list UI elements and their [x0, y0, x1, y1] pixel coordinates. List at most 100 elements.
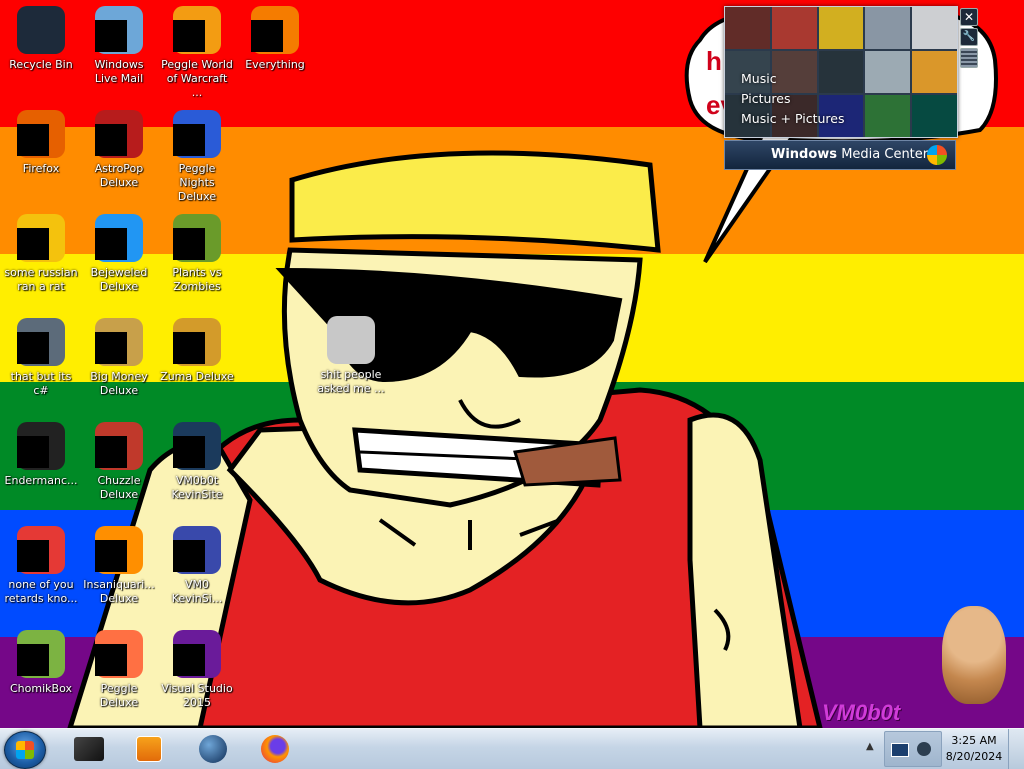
document-icon [173, 526, 221, 574]
desktop-icon[interactable]: shit people asked me ... [312, 316, 390, 396]
desktop-icon-label: none of you retards kno... [4, 578, 78, 605]
censor-box [173, 332, 205, 364]
desktop-icon[interactable]: Peggle World of Warcraft ... [158, 6, 236, 100]
censor-box [95, 540, 127, 572]
censor-box [95, 436, 127, 468]
globe-icon [199, 735, 227, 763]
gadget-drag-handle-icon[interactable] [960, 48, 978, 68]
search-icon [251, 6, 299, 54]
money-bag-icon [95, 318, 143, 366]
desktop-icon-label: Peggle Nights Deluxe [177, 162, 217, 203]
desktop-icon[interactable]: VM0 KevinSi... [158, 526, 236, 606]
censor-box [17, 124, 49, 156]
censor-box [173, 228, 205, 260]
desktop-icon-label: Plants vs Zombies [172, 266, 222, 293]
desktop-icon-label: some russian ran a rat [4, 266, 78, 293]
show-desktop-button[interactable] [1008, 729, 1024, 769]
desktop-icon[interactable]: Bejeweled Deluxe [80, 214, 158, 294]
wmc-menu-pictures[interactable]: Pictures [741, 89, 845, 109]
wmc-app-icon [74, 737, 104, 761]
wmc-title-rest: Media Center [841, 147, 929, 162]
media-player-icon [136, 736, 162, 762]
desktop-icon-label: Peggle Deluxe [99, 682, 139, 709]
desktop-icon-label: Insaniquari... Deluxe [83, 578, 155, 605]
desktop-icon-label: Bejeweled Deluxe [90, 266, 148, 293]
mail-icon [95, 6, 143, 54]
firefox-icon [17, 110, 65, 158]
peggle-icon [173, 110, 221, 158]
desktop-icon[interactable]: VM0b0t KevinSite [158, 422, 236, 502]
desktop-icon-label: Firefox [22, 162, 60, 175]
taskbar-firefox-button[interactable] [246, 732, 304, 766]
clock-time: 3:25 AM [951, 734, 997, 747]
zuma-icon [173, 318, 221, 366]
censor-box [17, 540, 49, 572]
clock[interactable]: 3:25 AM 8/20/2024 [944, 733, 1004, 765]
desktop-icon[interactable]: Recycle Bin [2, 6, 80, 72]
desktop-icon-label: shit people asked me ... [317, 368, 385, 395]
desktop-icon[interactable]: ChomikBox [2, 630, 80, 696]
desktop-icon-label: ChomikBox [10, 682, 72, 695]
desktop-icon-label: Zuma Deluxe [160, 370, 234, 383]
clock-date: 8/20/2024 [945, 750, 1003, 763]
desktop-icon[interactable]: Peggle Deluxe [80, 630, 158, 710]
censor-box [95, 124, 127, 156]
censor-box [173, 124, 205, 156]
censor-box [173, 20, 205, 52]
gadget-close-icon[interactable]: ✕ [960, 8, 978, 26]
folder-icon [327, 316, 375, 364]
taskbar-wmc-button[interactable] [60, 732, 118, 766]
censor-box [173, 540, 205, 572]
desktop-icon-label: Endermanc... [4, 474, 78, 487]
game-icon [95, 110, 143, 158]
wmc-title-bar[interactable]: Windows Media Center [724, 140, 956, 170]
desktop-icon-label: that but its c# [10, 370, 72, 397]
censor-box [251, 20, 283, 52]
taskbar-globe-button[interactable] [184, 732, 242, 766]
desktop-icon[interactable]: Everything [236, 6, 314, 72]
wmc-menu: Music Pictures Music + Pictures [741, 69, 845, 129]
desktop-icon[interactable]: Insaniquari... Deluxe [80, 526, 158, 606]
start-button[interactable] [4, 731, 46, 769]
desktop-icon[interactable]: Firefox [2, 110, 80, 176]
desktop-icon[interactable]: that but its c# [2, 318, 80, 398]
desktop-icon-label: Peggle World of Warcraft ... [161, 58, 233, 99]
fish-icon [95, 526, 143, 574]
wmc-gadget[interactable]: Music Pictures Music + Pictures [724, 6, 958, 138]
recycle-bin-icon [17, 6, 65, 54]
censor-box [95, 332, 127, 364]
desktop-icon-label: Big Money Deluxe [90, 370, 148, 397]
gadget-options-icon[interactable]: 🔧 [960, 28, 978, 46]
peggle-icon [95, 630, 143, 678]
media-icon [17, 214, 65, 262]
volume-icon[interactable] [917, 742, 931, 756]
desktop-icon-label: AstroPop Deluxe [94, 162, 144, 189]
desktop-icon[interactable]: some russian ran a rat [2, 214, 80, 294]
desktop-icon[interactable]: Endermanc... [2, 422, 80, 488]
desktop-icon-label: Windows Live Mail [94, 58, 144, 85]
speech-text-1: h [706, 46, 722, 76]
desktop-icon[interactable]: Zuma Deluxe [158, 318, 236, 384]
desktop-icon[interactable]: Visual Studio 2015 [158, 630, 236, 710]
network-icon[interactable] [891, 743, 909, 757]
app-icon [17, 318, 65, 366]
censor-box [17, 644, 49, 676]
desktop-icon[interactable]: Chuzzle Deluxe [80, 422, 158, 502]
desktop-icon[interactable]: AstroPop Deluxe [80, 110, 158, 190]
plant-icon [173, 214, 221, 262]
bandana [289, 150, 661, 253]
censor-box [95, 644, 127, 676]
desktop-icon[interactable]: Plants vs Zombies [158, 214, 236, 294]
watermark-text: VM0b0t [822, 700, 901, 725]
wmc-menu-music-pictures[interactable]: Music + Pictures [741, 109, 845, 129]
desktop-icon[interactable]: Big Money Deluxe [80, 318, 158, 398]
desktop-icon[interactable]: Windows Live Mail [80, 6, 158, 86]
desktop-icon[interactable]: Peggle Nights Deluxe [158, 110, 236, 204]
desktop-icon-label: Everything [245, 58, 305, 71]
hamster-icon [17, 630, 65, 678]
desktop-icon[interactable]: none of you retards kno... [2, 526, 80, 606]
wmc-menu-music[interactable]: Music [741, 69, 845, 89]
taskbar-media-player-button[interactable] [120, 732, 178, 766]
censor-box [17, 332, 49, 364]
tray-expand-icon[interactable]: ▲ [866, 741, 874, 752]
